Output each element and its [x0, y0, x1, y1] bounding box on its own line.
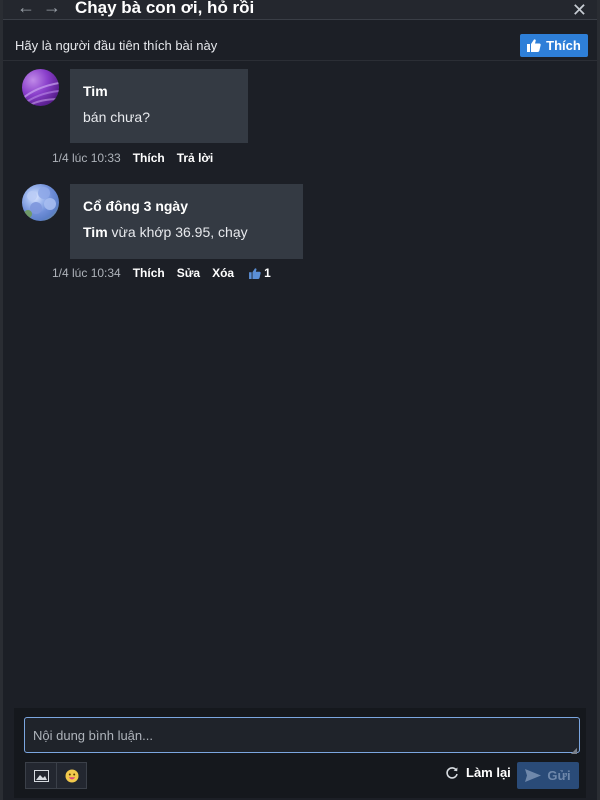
send-button[interactable]: Gửi	[517, 762, 579, 789]
like-prompt: Hãy là người đầu tiên thích bài này	[15, 38, 218, 53]
like-bar: Hãy là người đầu tiên thích bài này Thíc…	[3, 33, 597, 61]
like-button-label: Thích	[546, 38, 581, 53]
image-icon	[33, 769, 49, 782]
edit-link[interactable]: Sửa	[177, 266, 200, 280]
lavender-field-image	[22, 82, 59, 106]
comment-timestamp: 1/4 lúc 10:34	[52, 266, 121, 280]
resize-grip-icon[interactable]: ◢	[571, 746, 577, 755]
comment-composer: ◢ Làm lại Gửi	[14, 708, 586, 798]
arrow-right-icon[interactable]: →	[39, 0, 65, 18]
comment-meta: 1/4 lúc 10:33 Thích Trả lời	[52, 151, 213, 165]
like-count-badge[interactable]: 1	[249, 266, 271, 280]
image-button[interactable]	[26, 763, 56, 788]
hydrangea-image	[24, 187, 56, 218]
avatar[interactable]	[22, 184, 59, 221]
refresh-icon	[446, 766, 458, 779]
comment-author[interactable]: Tim	[83, 83, 234, 99]
like-comment-link[interactable]: Thích	[133, 266, 165, 280]
post-title: Chạy bà con ơi, hỏ rồi	[75, 0, 255, 17]
like-button[interactable]: Thích	[520, 34, 588, 57]
dialog-header: ← → Chạy bà con ơi, hỏ rồi ✕	[3, 0, 597, 20]
composer-tools	[25, 762, 87, 789]
like-comment-link[interactable]: Thích	[133, 151, 165, 165]
comment-bubble: Cổ đông 3 ngày Tim vừa khớp 36.95, chạy	[70, 184, 303, 259]
comment-author[interactable]: Cổ đông 3 ngày	[83, 198, 289, 214]
comment-text: Tim vừa khớp 36.95, chạy	[83, 224, 289, 240]
send-label: Gửi	[547, 768, 571, 783]
comment-meta: 1/4 lúc 10:34 Thích Sửa Xóa 1	[52, 266, 271, 280]
reply-link[interactable]: Trả lời	[177, 151, 214, 165]
thumbs-up-icon	[527, 39, 541, 52]
arrow-left-icon[interactable]: ←	[13, 0, 39, 18]
mention-link[interactable]: Tim	[83, 224, 108, 240]
reload-label: Làm lại	[466, 765, 511, 780]
comment-input[interactable]	[24, 717, 580, 753]
left-frame-edge	[0, 0, 3, 800]
send-icon	[525, 769, 542, 782]
close-icon[interactable]: ✕	[572, 0, 587, 21]
comment-timestamp: 1/4 lúc 10:33	[52, 151, 121, 165]
reload-button[interactable]: Làm lại	[445, 765, 511, 780]
emoji-button[interactable]	[56, 763, 86, 788]
delete-link[interactable]: Xóa	[212, 266, 234, 280]
thumbs-up-icon	[249, 267, 261, 279]
like-count: 1	[264, 266, 271, 280]
comment-body: vừa khớp 36.95, chạy	[107, 224, 248, 240]
comment-text: bán chưa?	[83, 109, 150, 125]
avatar[interactable]	[22, 69, 59, 106]
comment-bubble: Tim bán chưa?	[70, 69, 248, 143]
emoji-icon	[65, 769, 78, 782]
